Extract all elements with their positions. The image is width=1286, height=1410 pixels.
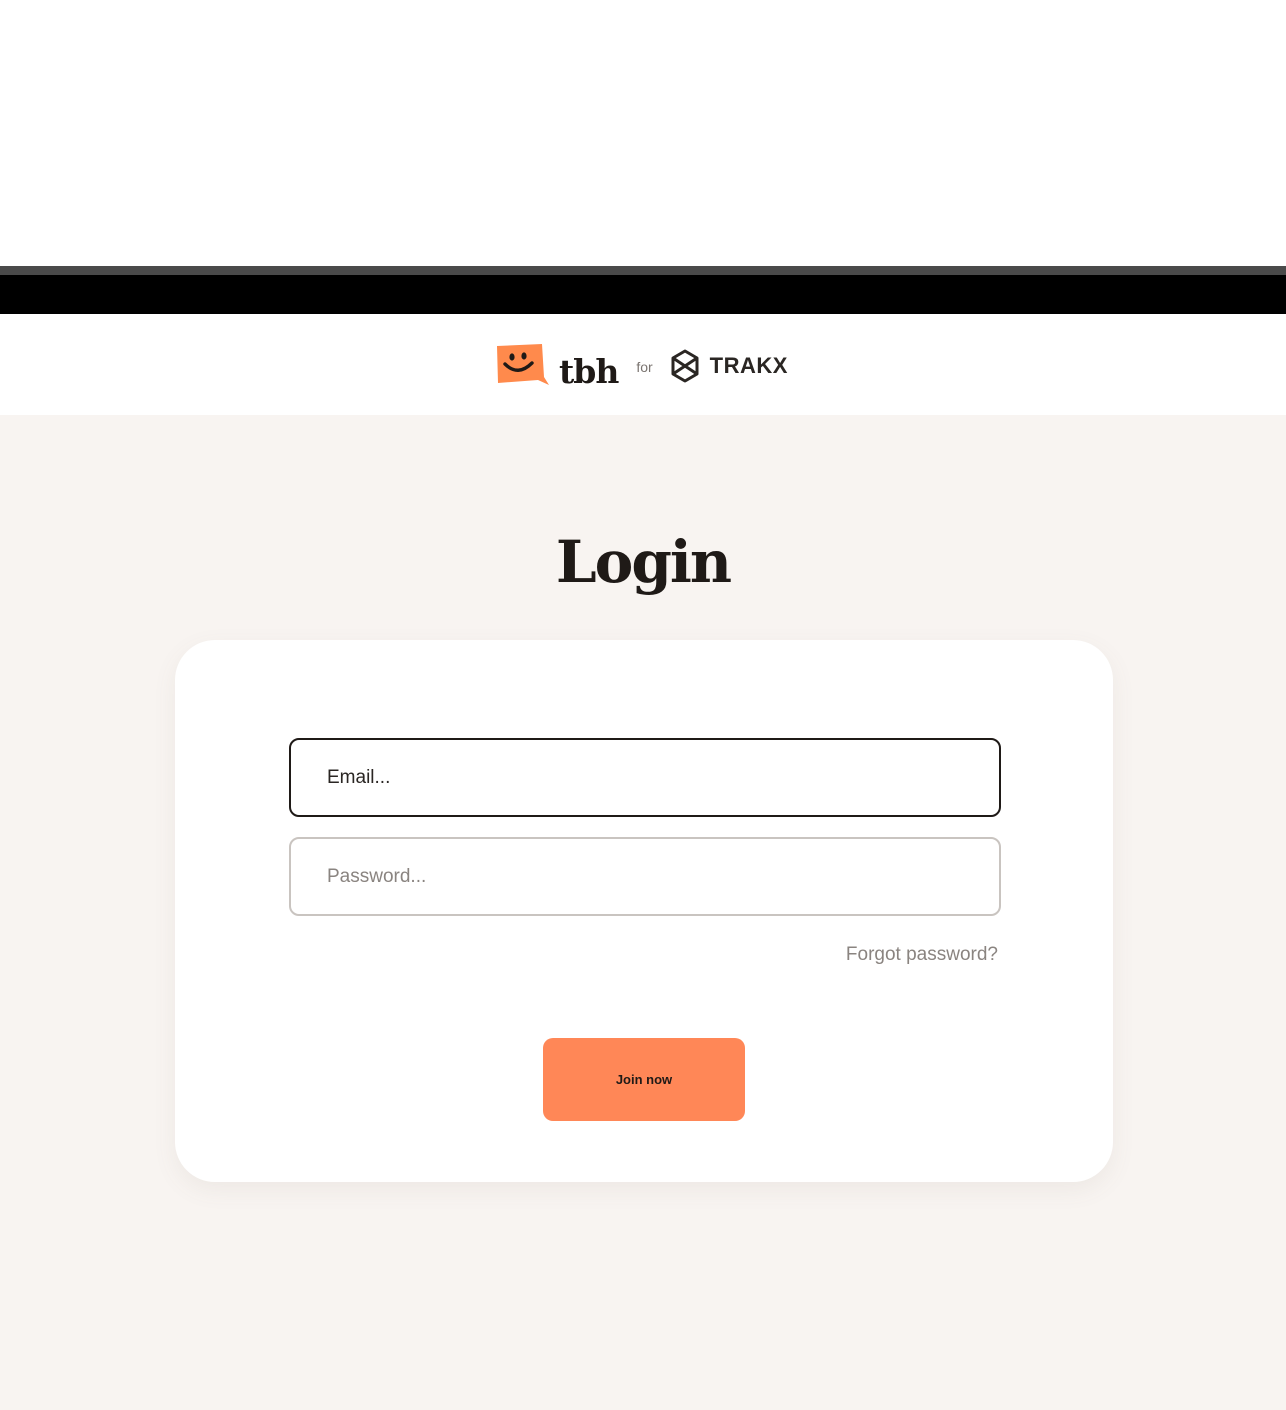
email-field[interactable] bbox=[289, 738, 1001, 817]
brand-lockup[interactable]: tbh for TRAKX bbox=[494, 342, 788, 391]
login-page: Login Forgot password? Join now bbox=[0, 415, 1286, 1410]
forgot-password-link[interactable]: Forgot password? bbox=[846, 944, 998, 966]
page-title: Login bbox=[555, 528, 732, 596]
partner-name: TRAKX bbox=[709, 353, 788, 378]
blank-area bbox=[0, 0, 1286, 266]
brand-connector: for bbox=[636, 359, 653, 375]
trakx-hexagon-icon bbox=[671, 349, 699, 383]
browser-chrome-edge bbox=[0, 266, 1286, 275]
password-field[interactable] bbox=[289, 837, 1001, 916]
smiley-speech-bubble-icon bbox=[497, 344, 549, 385]
join-now-button[interactable]: Join now bbox=[543, 1038, 745, 1121]
login-card: Forgot password? Join now bbox=[175, 640, 1113, 1182]
brand-name: tbh bbox=[559, 351, 619, 391]
site-header: tbh for TRAKX bbox=[0, 314, 1286, 415]
browser-chrome-band bbox=[0, 266, 1286, 314]
